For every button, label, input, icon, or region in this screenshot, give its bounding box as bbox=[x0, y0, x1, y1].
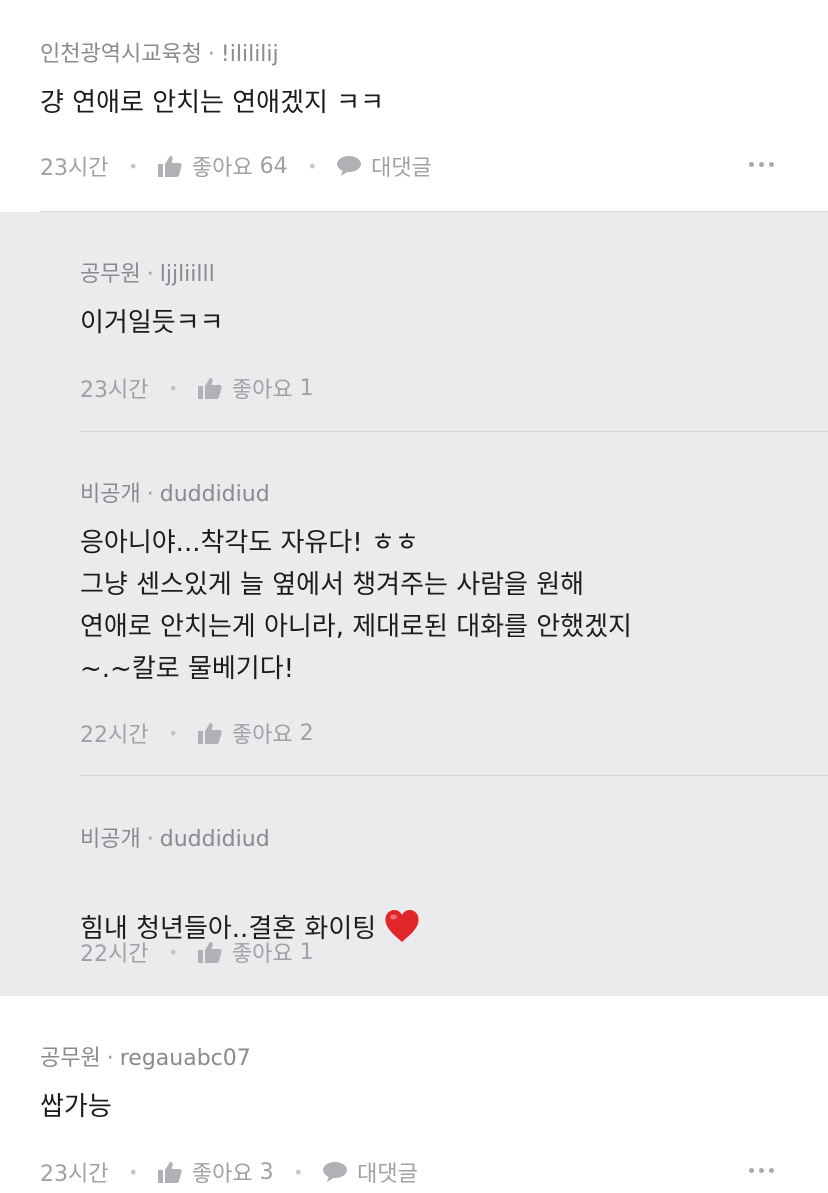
reply-meta: 비공개 · duddidiud bbox=[80, 821, 270, 853]
like-button[interactable]: 좋아요 64 bbox=[157, 150, 288, 182]
reply-username: duddidiud bbox=[159, 482, 270, 507]
reply-time: 22시간 bbox=[80, 723, 149, 748]
meta-separator: · bbox=[146, 262, 154, 287]
reply-text: 이거일듯ㅋㅋ bbox=[80, 308, 224, 338]
like-count: 64 bbox=[259, 153, 288, 179]
comment-username: !ilililij bbox=[220, 42, 279, 67]
reply-author: 비공개 bbox=[80, 482, 141, 507]
comment-text: 쌉가능 bbox=[40, 1092, 112, 1122]
action-separator: • bbox=[168, 942, 178, 962]
reply-username: ljjliilll bbox=[159, 262, 215, 287]
reply-meta: 공무원 · ljjliilll bbox=[80, 256, 215, 288]
thumbs-up-icon bbox=[197, 942, 222, 963]
reply-actions: 22시간 • 좋아요 2 bbox=[80, 717, 314, 749]
comment-time: 23시간 bbox=[40, 156, 109, 181]
meta-separator: · bbox=[146, 827, 154, 852]
reply-thread: 공무원 · ljjliilll 이거일듯ㅋㅋ 23시간 • 좋아요 1 비공개 · du… bbox=[0, 211, 828, 996]
divider bbox=[80, 431, 828, 432]
comment-author: 공무원 bbox=[40, 1046, 101, 1071]
reply-button[interactable]: 대댓글 bbox=[323, 1156, 418, 1188]
action-separator: • bbox=[293, 1162, 304, 1182]
comment-actions: 23시간 • 좋아요 64 • 대댓글 bbox=[40, 150, 432, 182]
speech-bubble-icon bbox=[323, 1162, 348, 1182]
action-separator: • bbox=[307, 156, 318, 176]
reply-meta: 비공개 · duddidiud bbox=[80, 476, 270, 508]
action-separator: • bbox=[128, 1162, 138, 1182]
reply-author: 비공개 bbox=[80, 827, 141, 852]
meta-separator: · bbox=[207, 42, 215, 67]
like-button[interactable]: 좋아요 1 bbox=[197, 372, 314, 404]
thumbs-up-icon bbox=[197, 378, 222, 399]
reply-time: 22시간 bbox=[80, 942, 149, 967]
comment-time: 23시간 bbox=[40, 1162, 109, 1187]
action-separator: • bbox=[168, 723, 178, 743]
thumbs-up-icon bbox=[197, 723, 222, 744]
like-button[interactable]: 좋아요 3 bbox=[157, 1156, 274, 1188]
comment-meta: 공무원 · regauabc07 bbox=[40, 1040, 251, 1072]
reply-button[interactable]: 대댓글 bbox=[337, 150, 432, 182]
reply-text: 응아니야...착각도 자유다! ㅎㅎ 그냥 센스있게 늘 옆에서 챙겨주는 사람… bbox=[80, 528, 632, 684]
comment-text: 걍 연애로 안치는 연애겠지 ㅋㅋ bbox=[40, 88, 385, 118]
meta-separator: · bbox=[106, 1046, 114, 1071]
reply-username: duddidiud bbox=[159, 827, 270, 852]
like-count: 1 bbox=[299, 939, 314, 965]
thumbs-up-icon bbox=[157, 156, 182, 177]
like-label: 좋아요 bbox=[231, 942, 293, 967]
reply-time: 23시간 bbox=[80, 378, 149, 403]
reply-actions: 23시간 • 좋아요 1 bbox=[80, 372, 314, 404]
like-label: 좋아요 bbox=[191, 1162, 253, 1187]
comment-author: 인천광역시교육청 bbox=[40, 42, 202, 67]
like-button[interactable]: 좋아요 2 bbox=[197, 717, 314, 749]
speech-bubble-icon bbox=[337, 156, 362, 176]
thumbs-up-icon bbox=[157, 1162, 182, 1183]
reply-label: 대댓글 bbox=[357, 1162, 418, 1187]
comment-meta: 인천광역시교육청 · !ilililij bbox=[40, 36, 279, 68]
more-options-button[interactable] bbox=[749, 162, 774, 167]
like-button[interactable]: 좋아요 1 bbox=[197, 936, 314, 968]
like-label: 좋아요 bbox=[231, 378, 293, 403]
divider bbox=[40, 211, 828, 212]
comment-actions: 23시간 • 좋아요 3 • 대댓글 bbox=[40, 1156, 418, 1188]
meta-separator: · bbox=[146, 482, 154, 507]
divider bbox=[80, 775, 828, 776]
reply-author: 공무원 bbox=[80, 262, 141, 287]
reply-actions: 22시간 • 좋아요 1 bbox=[80, 936, 314, 968]
like-label: 좋아요 bbox=[231, 723, 293, 748]
action-separator: • bbox=[128, 156, 138, 176]
like-count: 1 bbox=[299, 375, 314, 401]
like-count: 3 bbox=[259, 1159, 274, 1185]
action-separator: • bbox=[168, 378, 178, 398]
comment-username: regauabc07 bbox=[119, 1046, 251, 1071]
more-options-button[interactable] bbox=[749, 1168, 774, 1173]
like-label: 좋아요 bbox=[191, 156, 253, 181]
red-heart-icon bbox=[385, 910, 419, 942]
reply-label: 대댓글 bbox=[371, 156, 432, 181]
like-count: 2 bbox=[299, 720, 314, 746]
